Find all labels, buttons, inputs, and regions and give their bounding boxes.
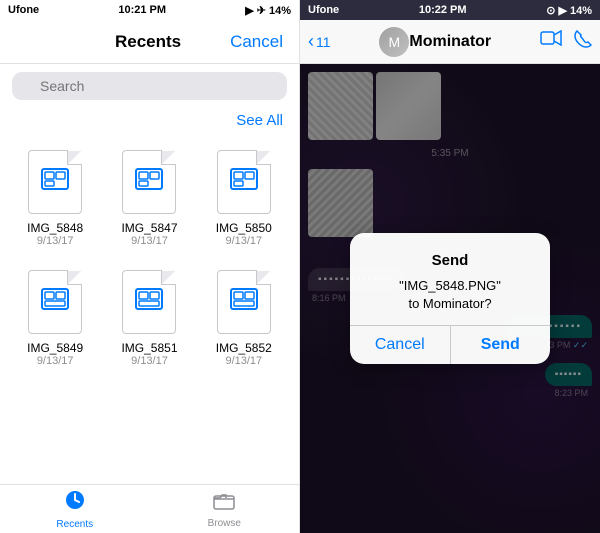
video-call-icon[interactable] — [540, 30, 562, 53]
file-img-3 — [41, 288, 69, 316]
right-panel: Ufone 10:22 PM ⊙ ▶ 14% ‹ 11 M Mominator — [300, 0, 600, 533]
tab-bar: Recents Browse — [0, 484, 299, 533]
chat-messages-area: 5:35 PM 5:35 PM ▪▪▪▪▪▪▪▪▪▪▪▪▪▪ 8:16 PM ▪… — [300, 64, 600, 533]
file-date-2: 9/13/17 — [225, 235, 262, 247]
file-icon-2 — [214, 147, 274, 217]
cancel-button[interactable]: Cancel — [230, 32, 283, 52]
file-name-1: IMG_5847 — [121, 221, 177, 235]
file-name-0: IMG_5848 — [27, 221, 83, 235]
carrier-left: Ufone — [8, 4, 39, 16]
file-item-4[interactable]: IMG_5851 9/13/17 — [102, 257, 196, 377]
nav-title-left: Recents — [115, 32, 181, 52]
chat-title: Mominator — [409, 33, 491, 51]
carrier-right: Ufone — [308, 4, 339, 16]
chat-info: M Mominator — [331, 27, 540, 57]
file-img-4 — [135, 288, 163, 316]
nav-bar-left: Recents Cancel — [0, 20, 299, 64]
file-img-5 — [230, 288, 258, 316]
dialog-overlay: Send "IMG_5848.PNG" to Mominator? Cancel… — [300, 64, 600, 533]
file-name-3: IMG_5849 — [27, 341, 83, 355]
file-name-5: IMG_5852 — [216, 341, 272, 355]
file-img-0 — [41, 168, 69, 196]
file-name-2: IMG_5850 — [216, 221, 272, 235]
dialog-recipient: to Mominator? — [408, 296, 491, 311]
file-date-4: 9/13/17 — [131, 355, 168, 367]
file-date-1: 9/13/17 — [131, 235, 168, 247]
search-bar: 🔍 — [0, 64, 299, 108]
chat-header-content: M Mominator — [379, 27, 491, 57]
time-right: 10:22 PM — [419, 4, 467, 16]
left-panel: Ufone 10:21 PM ▶ ✈ 14% Recents Cancel 🔍 … — [0, 0, 300, 533]
file-item-5[interactable]: IMG_5852 9/13/17 — [197, 257, 291, 377]
back-count: 11 — [316, 34, 331, 50]
battery-left: ▶ ✈ 14% — [245, 4, 291, 17]
dialog-title: Send — [366, 251, 534, 271]
file-img-1 — [135, 168, 163, 196]
tab-recents[interactable]: Recents — [0, 485, 150, 533]
tab-recents-label: Recents — [56, 519, 93, 530]
chat-actions — [540, 30, 592, 53]
dialog-send-button[interactable]: Send — [451, 326, 551, 364]
phone-icon[interactable] — [574, 30, 592, 53]
file-date-5: 9/13/17 — [225, 355, 262, 367]
file-item-0[interactable]: IMG_5848 9/13/17 — [8, 137, 102, 257]
files-grid: IMG_5848 9/13/17 IMG_5847 9/13/ — [0, 137, 299, 377]
dialog-box: Send "IMG_5848.PNG" to Mominator? Cancel… — [350, 233, 550, 364]
dialog-message: "IMG_5848.PNG" to Mominator? — [366, 277, 534, 313]
file-date-0: 9/13/17 — [37, 235, 74, 247]
tab-browse[interactable]: Browse — [150, 485, 300, 533]
file-icon-1 — [119, 147, 179, 217]
file-icon-0 — [25, 147, 85, 217]
file-item-1[interactable]: IMG_5847 9/13/17 — [102, 137, 196, 257]
chevron-left-icon: ‹ — [308, 31, 314, 52]
browse-icon — [213, 490, 235, 516]
see-all-button[interactable]: See All — [236, 112, 283, 129]
time-left: 10:21 PM — [118, 4, 166, 16]
file-icon-4 — [119, 267, 179, 337]
file-name-4: IMG_5851 — [121, 341, 177, 355]
file-icon-5 — [214, 267, 274, 337]
battery-right: ⊙ ▶ 14% — [546, 4, 592, 17]
chat-nav: ‹ 11 M Mominator — [300, 20, 600, 64]
file-date-3: 9/13/17 — [37, 355, 74, 367]
status-bar-left: Ufone 10:21 PM ▶ ✈ 14% — [0, 0, 299, 20]
dialog-cancel-button[interactable]: Cancel — [350, 326, 451, 364]
status-bar-right: Ufone 10:22 PM ⊙ ▶ 14% — [300, 0, 600, 20]
dialog-filename: "IMG_5848.PNG" — [399, 278, 501, 293]
file-icon-3 — [25, 267, 85, 337]
file-img-2 — [230, 168, 258, 196]
see-all-row: See All — [0, 108, 299, 137]
tab-browse-label: Browse — [208, 518, 241, 529]
file-item-3[interactable]: IMG_5849 9/13/17 — [8, 257, 102, 377]
dialog-body: Send "IMG_5848.PNG" to Mominator? — [350, 233, 550, 325]
file-item-2[interactable]: IMG_5850 9/13/17 — [197, 137, 291, 257]
back-button[interactable]: ‹ 11 — [308, 31, 331, 52]
search-input[interactable] — [12, 72, 287, 100]
recents-icon — [64, 489, 86, 517]
avatar: M — [379, 27, 409, 57]
dialog-actions: Cancel Send — [350, 325, 550, 364]
